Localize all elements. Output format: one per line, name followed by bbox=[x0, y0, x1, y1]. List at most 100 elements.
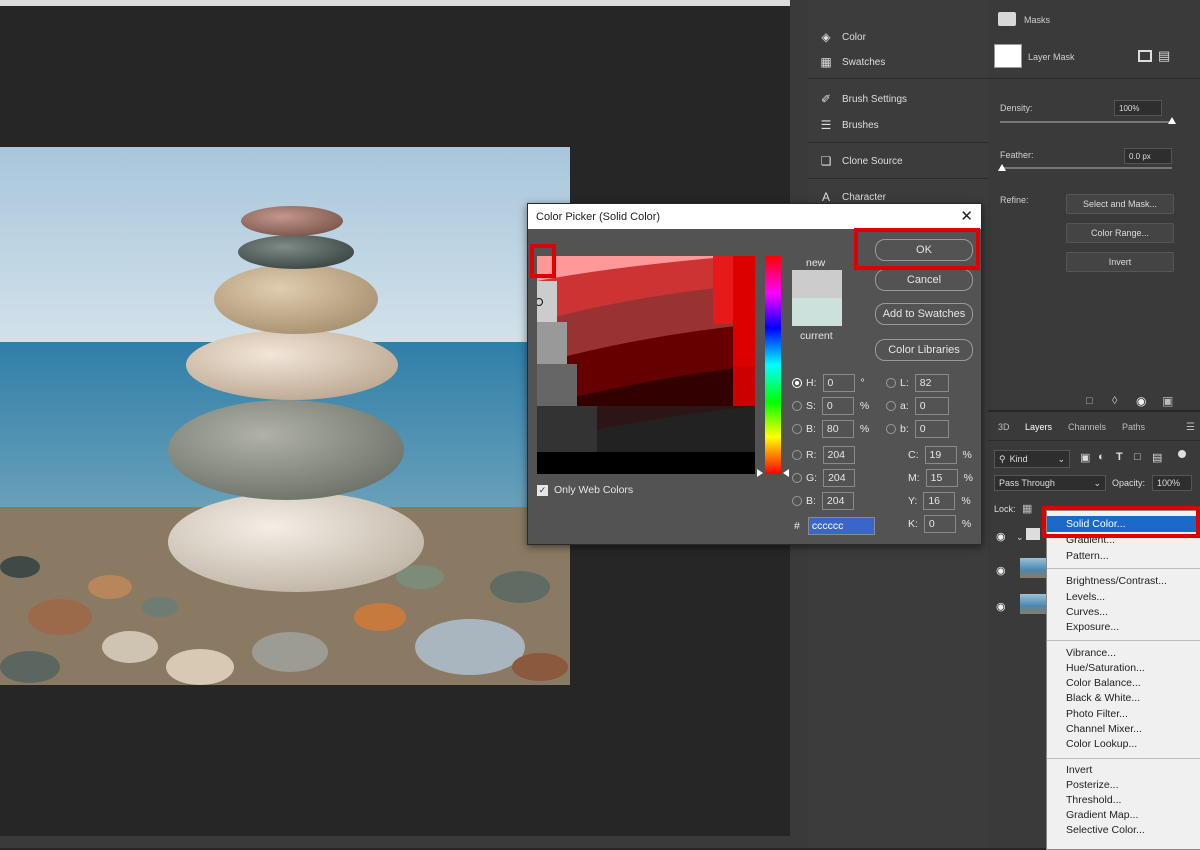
b-field[interactable]: b: 0 bbox=[886, 420, 949, 438]
menu-item-levels[interactable]: Levels... bbox=[1066, 591, 1105, 603]
magenta-input[interactable]: 15 bbox=[925, 469, 958, 487]
density-value[interactable]: 100% bbox=[1114, 100, 1162, 116]
a-radio[interactable] bbox=[886, 401, 896, 411]
add-pixel-mask-icon[interactable] bbox=[1138, 50, 1152, 62]
select-and-mask-button[interactable]: Select and Mask... bbox=[1066, 194, 1174, 214]
blue-input[interactable]: 204 bbox=[821, 492, 854, 510]
layer-mask-thumbnail[interactable] bbox=[994, 44, 1022, 68]
eye-icon[interactable]: ◉ bbox=[996, 530, 1006, 543]
brightness-radio[interactable] bbox=[792, 424, 802, 434]
saturation-input[interactable]: 0 bbox=[821, 397, 854, 415]
tab-layers[interactable]: Layers bbox=[1025, 422, 1052, 432]
menu-item-brightness-contrast[interactable]: Brightness/Contrast... bbox=[1066, 575, 1167, 587]
yellow-input[interactable]: 16 bbox=[923, 492, 956, 510]
blue-radio[interactable] bbox=[792, 496, 802, 506]
panel-item-color[interactable]: ◈ Color bbox=[818, 26, 866, 48]
density-slider[interactable] bbox=[1000, 121, 1172, 123]
b-input[interactable]: 0 bbox=[914, 420, 949, 438]
layer-row[interactable]: ◉ bbox=[988, 554, 1048, 586]
eye-icon[interactable]: ◉ bbox=[996, 564, 1006, 577]
lock-transparency-icon[interactable]: ▦ bbox=[1022, 502, 1032, 515]
apply-mask-icon[interactable]: ◊ bbox=[1112, 395, 1117, 407]
magenta-field[interactable]: M: 15 % bbox=[908, 469, 974, 487]
green-radio[interactable] bbox=[792, 473, 802, 483]
panel-item-swatches[interactable]: ▦ Swatches bbox=[818, 51, 885, 73]
menu-item-curves[interactable]: Curves... bbox=[1066, 606, 1108, 618]
menu-item-invert[interactable]: Invert bbox=[1066, 764, 1092, 776]
tab-paths[interactable]: Paths bbox=[1122, 422, 1145, 432]
feather-value[interactable]: 0.0 px bbox=[1124, 148, 1172, 164]
only-web-colors-option[interactable]: ✓ Only Web Colors bbox=[537, 484, 633, 496]
pixel-filter-icon[interactable]: ▣ bbox=[1080, 451, 1090, 464]
menu-item-vibrance[interactable]: Vibrance... bbox=[1066, 647, 1116, 659]
horizontal-scrollbar[interactable] bbox=[0, 836, 790, 848]
color-libraries-button[interactable]: Color Libraries bbox=[875, 339, 973, 361]
panel-item-brush-settings[interactable]: ✐ Brush Settings bbox=[818, 88, 907, 110]
red-input[interactable]: 204 bbox=[822, 446, 855, 464]
menu-item-channel-mixer[interactable]: Channel Mixer... bbox=[1066, 723, 1142, 735]
menu-item-posterize[interactable]: Posterize... bbox=[1066, 779, 1119, 791]
hue-slider-left-arrow[interactable] bbox=[757, 469, 763, 477]
adjustment-filter-icon[interactable]: ◐ bbox=[1098, 451, 1105, 463]
a-field[interactable]: a: 0 bbox=[886, 397, 949, 415]
menu-item-pattern[interactable]: Pattern... bbox=[1066, 550, 1109, 562]
shape-filter-icon[interactable]: □ bbox=[1134, 451, 1141, 463]
hue-slider[interactable] bbox=[765, 256, 781, 474]
hex-input[interactable]: cccccc bbox=[807, 517, 875, 535]
smart-object-filter-icon[interactable]: ▤ bbox=[1152, 451, 1162, 464]
filter-kind-select[interactable]: ⚲ Kind ⌄ bbox=[994, 450, 1070, 468]
color-range-button[interactable]: Color Range... bbox=[1066, 223, 1174, 243]
menu-item-black-white[interactable]: Black & White... bbox=[1066, 692, 1140, 704]
yellow-field[interactable]: Y: 16 % bbox=[908, 492, 971, 510]
hue-input[interactable]: 0 bbox=[822, 374, 855, 392]
hue-radio[interactable] bbox=[792, 378, 802, 388]
green-field[interactable]: G: 204 bbox=[792, 469, 856, 487]
filter-toggle-icon[interactable] bbox=[1178, 450, 1186, 458]
hue-slider-right-arrow[interactable] bbox=[783, 469, 789, 477]
add-vector-mask-icon[interactable]: ▤ bbox=[1158, 48, 1174, 64]
red-radio[interactable] bbox=[792, 450, 802, 460]
brightness-input[interactable]: 80 bbox=[821, 420, 854, 438]
menu-item-selective-color[interactable]: Selective Color... bbox=[1066, 824, 1145, 836]
menu-item-threshold[interactable]: Threshold... bbox=[1066, 794, 1121, 806]
menu-item-photo-filter[interactable]: Photo Filter... bbox=[1066, 708, 1128, 720]
menu-item-color-lookup[interactable]: Color Lookup... bbox=[1066, 738, 1137, 750]
invert-button[interactable]: Invert bbox=[1066, 252, 1174, 272]
cancel-button[interactable]: Cancel bbox=[875, 269, 973, 291]
saturation-radio[interactable] bbox=[792, 401, 802, 411]
panel-item-brushes[interactable]: ☰ Brushes bbox=[818, 114, 879, 136]
lightness-input[interactable]: 82 bbox=[914, 374, 949, 392]
lightness-radio[interactable] bbox=[886, 378, 896, 388]
eye-icon[interactable]: ◉ bbox=[996, 600, 1006, 613]
black-field[interactable]: K: 0 % bbox=[908, 515, 972, 533]
chevron-down-icon[interactable]: ⌄ bbox=[1016, 532, 1024, 543]
black-input[interactable]: 0 bbox=[923, 515, 956, 533]
density-slider-thumb[interactable] bbox=[1168, 117, 1176, 124]
close-icon[interactable]: ✕ bbox=[960, 207, 973, 225]
trash-icon[interactable]: ▣ bbox=[1162, 394, 1173, 408]
type-filter-icon[interactable]: T bbox=[1116, 451, 1123, 463]
eye-icon[interactable]: ◉ bbox=[1136, 394, 1146, 408]
tab-channels[interactable]: Channels bbox=[1068, 422, 1106, 432]
blue-field[interactable]: B: 204 bbox=[792, 492, 854, 510]
cyan-field[interactable]: C: 19 % bbox=[908, 446, 973, 464]
hue-field[interactable]: H: 0 ° bbox=[792, 374, 871, 392]
lightness-field[interactable]: L: 82 bbox=[886, 374, 949, 392]
menu-item-gradient-map[interactable]: Gradient Map... bbox=[1066, 809, 1138, 821]
saturation-field[interactable]: S: 0 % bbox=[792, 397, 870, 415]
red-field[interactable]: R: 204 bbox=[792, 446, 855, 464]
menu-item-hue-saturation[interactable]: Hue/Saturation... bbox=[1066, 662, 1145, 674]
panel-menu-icon[interactable]: ☰ bbox=[1186, 422, 1195, 433]
tab-3d[interactable]: 3D bbox=[998, 422, 1010, 432]
feather-slider-thumb[interactable] bbox=[998, 164, 1006, 171]
panel-item-clone-source[interactable]: ❏ Clone Source bbox=[818, 150, 903, 172]
load-selection-icon[interactable]: □ bbox=[1086, 395, 1093, 407]
feather-slider[interactable] bbox=[1000, 167, 1172, 169]
b-radio[interactable] bbox=[886, 424, 896, 434]
current-color-swatch[interactable] bbox=[792, 298, 842, 326]
only-web-colors-checkbox[interactable]: ✓ bbox=[537, 484, 548, 496]
a-input[interactable]: 0 bbox=[914, 397, 949, 415]
cyan-input[interactable]: 19 bbox=[924, 446, 957, 464]
add-to-swatches-button[interactable]: Add to Swatches bbox=[875, 303, 973, 325]
layer-row[interactable]: ◉ bbox=[988, 590, 1048, 622]
